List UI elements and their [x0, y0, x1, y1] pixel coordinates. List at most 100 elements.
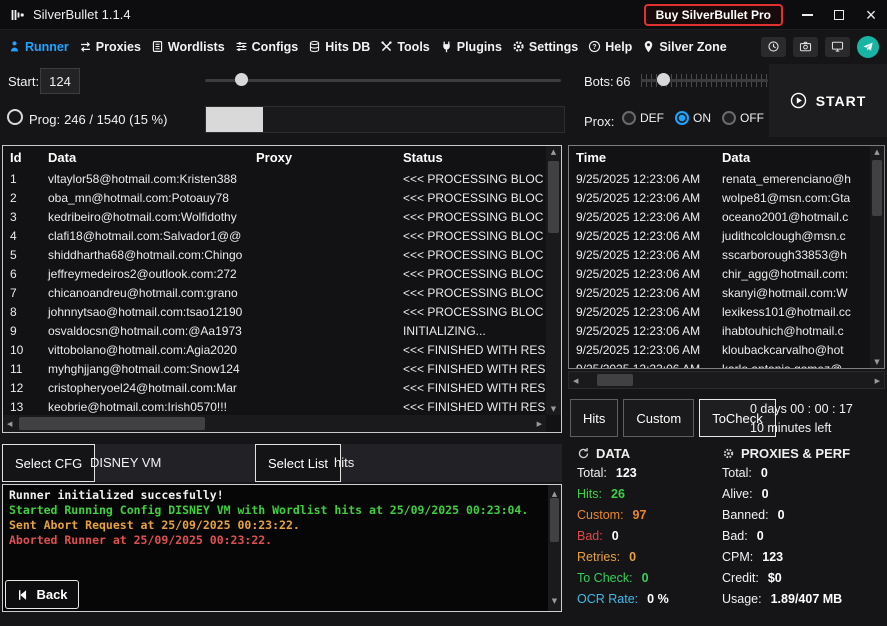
- column-header-id[interactable]: Id: [3, 150, 41, 165]
- hit-row[interactable]: 9/25/2025 12:23:06 AMlexikess101@hotmail…: [569, 302, 870, 321]
- start-slider[interactable]: [205, 70, 561, 90]
- column-header-data[interactable]: Data: [715, 150, 884, 165]
- bots-slider[interactable]: [641, 70, 768, 90]
- hits-vertical-scrollbar[interactable]: ▲ ▼: [870, 146, 884, 368]
- result-row[interactable]: 5shiddhartha68@hotmail.com:Chingo<<< PRO…: [3, 245, 546, 264]
- nav-item-runner[interactable]: Runner: [8, 40, 69, 54]
- nav-item-help[interactable]: ?Help: [588, 40, 632, 54]
- scroll-up-icon[interactable]: ▲: [870, 148, 884, 156]
- camera-button[interactable]: [793, 37, 818, 57]
- bots-value: 66: [616, 74, 630, 89]
- column-header-status[interactable]: Status: [396, 150, 561, 165]
- back-button[interactable]: Back: [5, 580, 79, 609]
- monitor-button[interactable]: [825, 37, 850, 57]
- tab-hits[interactable]: Hits: [570, 399, 618, 437]
- hit-row[interactable]: 9/25/2025 12:23:06 AMkloubackcarvalho@ho…: [569, 340, 870, 359]
- data-stats-panel: DATA Total:123Hits:26Custom:97Bad:0Retri…: [577, 444, 717, 609]
- log-lines: Runner initialized succesfully!Started R…: [9, 488, 555, 548]
- tab-custom[interactable]: Custom: [623, 399, 694, 437]
- stat-value: 0: [762, 487, 769, 501]
- result-row[interactable]: 11myhghjjang@hotmail.com:Snow124<<< FINI…: [3, 359, 546, 378]
- scroll-down-icon[interactable]: ▼: [546, 405, 561, 413]
- radio-label: ON: [693, 111, 711, 125]
- nav-item-proxies[interactable]: Proxies: [79, 40, 141, 54]
- nav-item-configs[interactable]: Configs: [235, 40, 299, 54]
- hit-row[interactable]: 9/25/2025 12:23:06 AMskanyi@hotmail.com:…: [569, 283, 870, 302]
- result-row[interactable]: 12cristopheryoel24@hotmail.com:Mar<<< FI…: [3, 378, 546, 397]
- prox-option-off[interactable]: OFF: [722, 111, 764, 125]
- scroll-up-icon[interactable]: ▲: [546, 148, 561, 156]
- hit-row[interactable]: 9/25/2025 12:23:06 AMihabtouhich@hotmail…: [569, 321, 870, 340]
- stat-value: 97: [633, 508, 647, 522]
- hit-row[interactable]: 9/25/2025 12:23:06 AMwolpe81@msn.com:Gta: [569, 188, 870, 207]
- stat-label: Total:: [577, 466, 607, 480]
- hit-row[interactable]: 9/25/2025 12:23:06 AMoceano2001@hotmail.…: [569, 207, 870, 226]
- close-button[interactable]: ×: [863, 7, 879, 23]
- nav-item-hits-db[interactable]: Hits DB: [308, 40, 370, 54]
- hit-row[interactable]: 9/25/2025 12:23:06 AMchir_agg@hotmail.co…: [569, 264, 870, 283]
- cell-id: 1: [3, 172, 41, 186]
- column-header-data[interactable]: Data: [41, 150, 249, 165]
- result-row[interactable]: 7chicanoandreu@hotmail.com:grano<<< PROC…: [3, 283, 546, 302]
- minimize-button[interactable]: [799, 7, 815, 23]
- result-row[interactable]: 13keobrie@hotmail.com:Irish0570!!!<<< FI…: [3, 397, 546, 415]
- results-horizontal-scrollbar[interactable]: ◀ ▶: [3, 415, 546, 432]
- prox-option-def[interactable]: DEF: [622, 111, 664, 125]
- scrollbar-thumb[interactable]: [550, 498, 559, 542]
- select-cfg-button[interactable]: Select CFG: [2, 444, 95, 482]
- start-input[interactable]: [40, 68, 80, 94]
- scroll-left-icon[interactable]: ◀: [7, 420, 12, 428]
- select-list-button[interactable]: Select List: [255, 444, 341, 482]
- scroll-down-icon[interactable]: ▼: [548, 594, 561, 609]
- cell-id: 12: [3, 381, 41, 395]
- hits-horizontal-scrollbar[interactable]: ◀ ▶: [568, 371, 885, 389]
- start-button[interactable]: START: [769, 64, 887, 137]
- result-row[interactable]: 3kedribeiro@hotmail.com:Wolfidothy<<< PR…: [3, 207, 546, 226]
- result-row[interactable]: 2oba_mn@hotmail.com:Potoauy78<<< PROCESS…: [3, 188, 546, 207]
- silver-zone-icon: [642, 40, 655, 53]
- result-row[interactable]: 10vittobolano@hotmail.com:Agia2020<<< FI…: [3, 340, 546, 359]
- hit-row[interactable]: 9/25/2025 12:23:06 AMjudithcolclough@msn…: [569, 226, 870, 245]
- hit-row[interactable]: 9/25/2025 12:23:06 AMsscarborough33853@h: [569, 245, 870, 264]
- stat-value: 1.89/407 MB: [771, 592, 843, 606]
- result-row[interactable]: 8johnnytsao@hotmail.com:tsao12190<<< PRO…: [3, 302, 546, 321]
- column-header-proxy[interactable]: Proxy: [249, 150, 396, 165]
- result-row[interactable]: 4clafi18@hotmail.com:Salvador1@@<<< PROC…: [3, 226, 546, 245]
- nav-item-silver-zone[interactable]: Silver Zone: [642, 40, 726, 54]
- cell-data: kloubackcarvalho@hot: [715, 343, 870, 357]
- slider-thumb[interactable]: [235, 73, 248, 86]
- cell-data: karlo antonio gomez@: [715, 362, 870, 369]
- nav-item-wordlists[interactable]: Wordlists: [151, 40, 225, 54]
- scrollbar-thumb[interactable]: [19, 417, 205, 430]
- nav-item-settings[interactable]: Settings: [512, 40, 578, 54]
- cell-data: keobrie@hotmail.com:Irish0570!!!: [41, 400, 249, 414]
- scrollbar-thumb[interactable]: [872, 160, 882, 216]
- nav-item-plugins[interactable]: Plugins: [440, 40, 502, 54]
- result-row[interactable]: 1vltaylor58@hotmail.com:Kristen388<<< PR…: [3, 169, 546, 188]
- scrollbar-thumb[interactable]: [597, 374, 633, 386]
- result-row[interactable]: 6jeffreymedeiros2@outlook.com:272<<< PRO…: [3, 264, 546, 283]
- telegram-button[interactable]: [857, 36, 879, 58]
- hit-row[interactable]: 9/25/2025 12:23:06 AMkarlo antonio gomez…: [569, 359, 870, 368]
- selected-config-name: DISNEY VM: [90, 455, 161, 470]
- plugins-icon: [440, 40, 453, 53]
- column-header-time[interactable]: Time: [569, 150, 715, 165]
- cell-data: lexikess101@hotmail.cc: [715, 305, 870, 319]
- maximize-button[interactable]: [831, 7, 847, 23]
- history-button[interactable]: [761, 37, 786, 57]
- scroll-right-icon[interactable]: ▶: [875, 377, 880, 385]
- results-vertical-scrollbar[interactable]: ▲ ▼: [546, 146, 561, 415]
- log-vertical-scrollbar[interactable]: ▲ ▼: [548, 485, 561, 611]
- prox-option-on[interactable]: ON: [675, 111, 711, 125]
- result-row[interactable]: 9osvaldocsn@hotmail.com:@Aa1973INITIALIZ…: [3, 321, 546, 340]
- scroll-down-icon[interactable]: ▼: [870, 358, 884, 366]
- stat-value: 123: [616, 466, 637, 480]
- scroll-right-icon[interactable]: ▶: [537, 420, 542, 428]
- scrollbar-thumb[interactable]: [548, 161, 559, 233]
- stat-row: Banned:0: [722, 504, 885, 525]
- hit-row[interactable]: 9/25/2025 12:23:06 AMrenata_emerenciano@…: [569, 169, 870, 188]
- slider-thumb[interactable]: [657, 73, 670, 86]
- buy-pro-button[interactable]: Buy SilverBullet Pro: [644, 4, 783, 26]
- scroll-left-icon[interactable]: ◀: [573, 377, 578, 385]
- nav-item-tools[interactable]: Tools: [380, 40, 429, 54]
